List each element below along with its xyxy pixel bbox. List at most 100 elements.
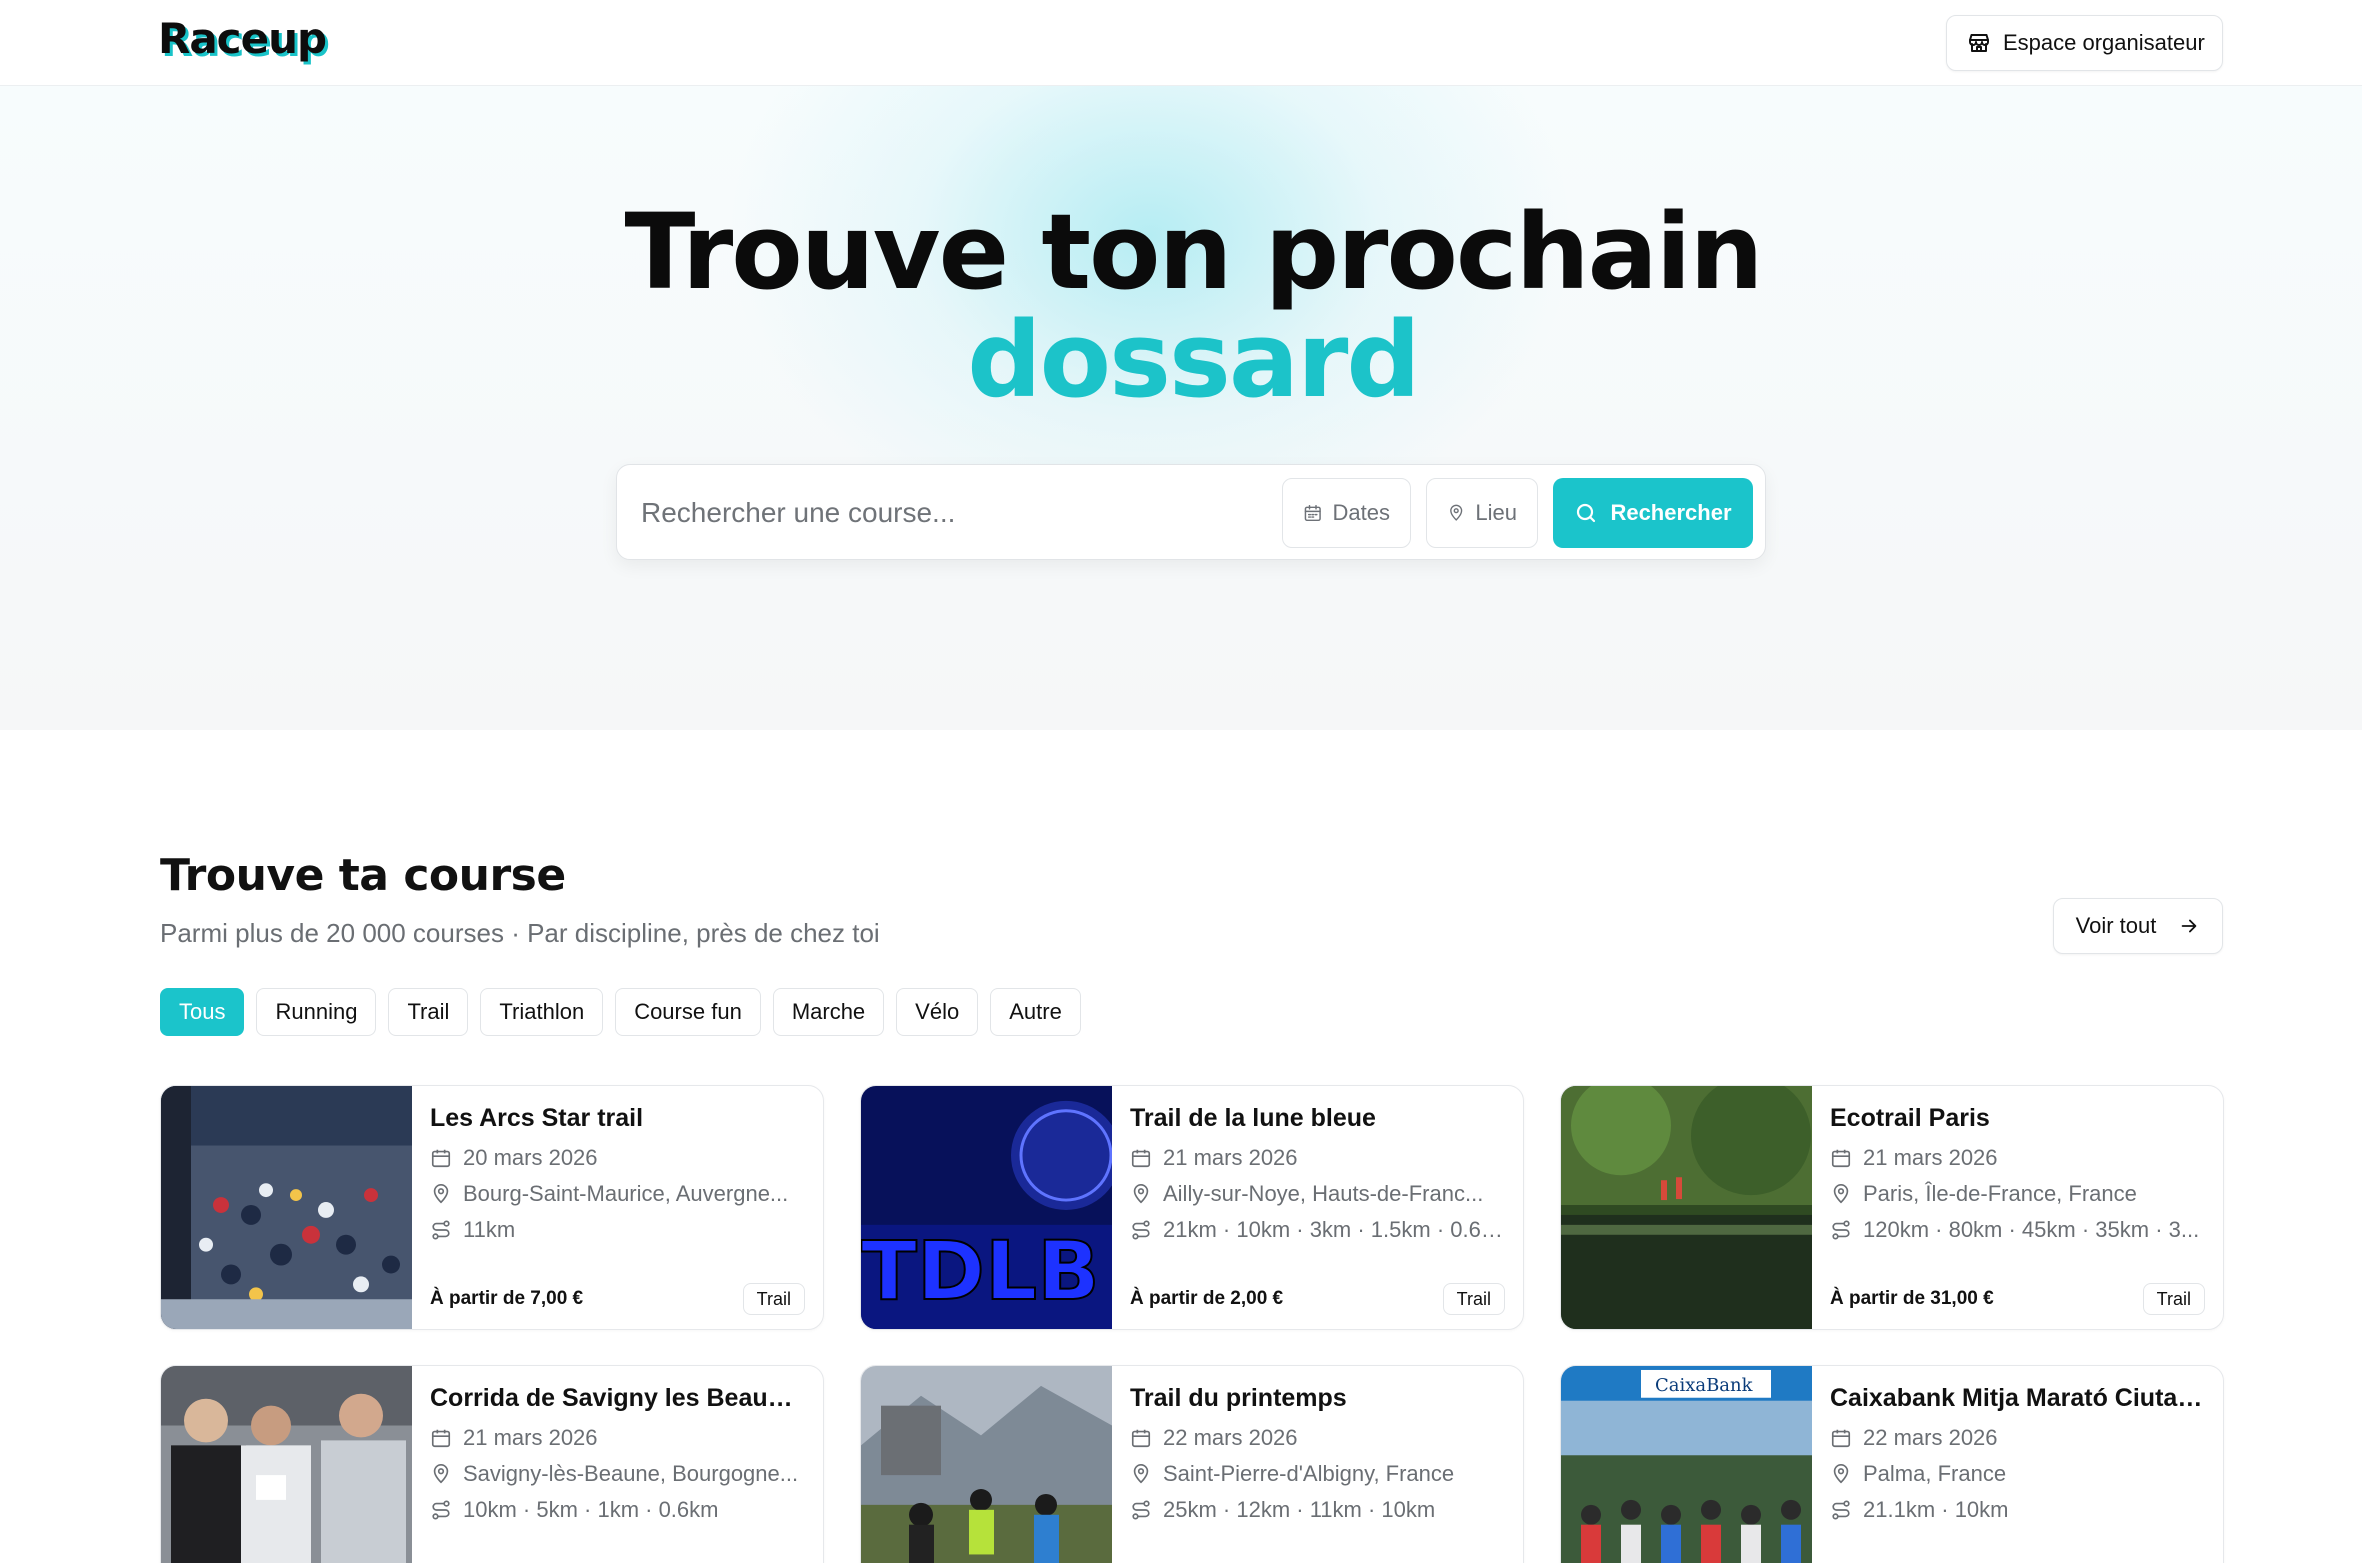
race-card[interactable]: CaixaBank Caixabank Mitja Marató Ciutat.…	[1560, 1365, 2224, 1563]
race-price: À partir de 2,00 €	[1130, 1288, 1284, 1309]
race-location-text: Paris, Île-de-France, France	[1863, 1181, 2137, 1206]
location-button[interactable]: Lieu	[1426, 478, 1538, 548]
see-all-label: Voir tout	[2075, 913, 2157, 938]
search-button[interactable]: Rechercher	[1553, 478, 1753, 548]
race-date: 21 mars 2026	[430, 1425, 805, 1451]
race-card[interactable]: Ecotrail Paris 21 mars 2026 Paris, Île-d…	[1560, 1085, 2224, 1330]
filter-velo[interactable]: Vélo	[896, 988, 979, 1036]
filter-running[interactable]: Running	[256, 988, 377, 1036]
race-card[interactable]: Les Arcs Star trail 20 mars 2026 Bourg-S…	[160, 1085, 824, 1330]
race-date-text: 21 mars 2026	[1163, 1145, 1298, 1170]
race-distances-text: 25km · 12km · 11km · 10km	[1163, 1497, 1436, 1522]
race-date-text: 20 mars 2026	[463, 1145, 598, 1170]
tdlb-sign-text: TDLB	[861, 1225, 1100, 1320]
race-card-body: Corrida de Savigny les Beaune... 21 mars…	[412, 1366, 823, 1563]
race-location: Ailly-sur-Noye, Hauts-de-Franc...	[1130, 1181, 1505, 1207]
filter-trail[interactable]: Trail	[388, 988, 469, 1036]
race-card-body: Trail du printemps 22 mars 2026 Saint-Pi…	[1112, 1366, 1523, 1563]
see-all-button[interactable]: Voir tout	[2053, 898, 2223, 954]
race-location-text: Bourg-Saint-Maurice, Auvergne...	[463, 1181, 789, 1206]
raceup-logo[interactable]: Raceup	[158, 14, 327, 63]
race-location: Saint-Pierre-d'Albigny, France	[1130, 1461, 1505, 1487]
hero-title-accent: dossard	[967, 299, 1421, 421]
race-location-text: Ailly-sur-Noye, Hauts-de-Franc...	[1163, 1181, 1484, 1206]
race-date: 22 mars 2026	[1830, 1425, 2205, 1451]
route-icon	[1832, 1220, 1850, 1240]
race-photo	[861, 1366, 1112, 1563]
calendar-icon	[1831, 1149, 1851, 1168]
hero-section: Trouve ton prochain dossard Dates Lieu R…	[0, 86, 2362, 730]
map-pin-icon	[1833, 1464, 1849, 1484]
route-icon	[432, 1220, 450, 1240]
race-photo	[161, 1086, 412, 1329]
discipline-filters: Tous Running Trail Triathlon Course fun …	[160, 988, 1081, 1036]
organizer-space-label: Espace organisateur	[2003, 30, 2205, 55]
race-search-input[interactable]	[641, 485, 1221, 541]
race-card[interactable]: TDLB Trail de la lune bleue 21 mars 2026…	[860, 1085, 1524, 1330]
race-title: Caixabank Mitja Marató Ciutat...	[1830, 1384, 2205, 1412]
calendar-icon	[1831, 1429, 1851, 1448]
race-photo: TDLB	[861, 1086, 1112, 1329]
race-distances-text: 10km · 5km · 1km · 0.6km	[463, 1497, 719, 1522]
map-pin-icon	[1833, 1184, 1849, 1204]
dates-button[interactable]: Dates	[1282, 478, 1411, 548]
race-date-text: 22 mars 2026	[1863, 1425, 1998, 1450]
race-photo	[1561, 1086, 1812, 1329]
dates-label: Dates	[1332, 500, 1390, 525]
race-card[interactable]: Trail du printemps 22 mars 2026 Saint-Pi…	[860, 1365, 1524, 1563]
filter-triathlon[interactable]: Triathlon	[480, 988, 604, 1036]
hero-title: Trouve ton prochain	[624, 191, 1764, 313]
filter-tous[interactable]: Tous	[160, 988, 245, 1036]
map-pin-icon	[1133, 1464, 1149, 1484]
race-tag: Trail	[1442, 1283, 1505, 1315]
race-location-text: Saint-Pierre-d'Albigny, France	[1163, 1461, 1455, 1486]
race-title: Trail de la lune bleue	[1130, 1104, 1376, 1132]
race-tag: Trail	[742, 1283, 805, 1315]
race-price: À partir de 7,00 €	[430, 1288, 584, 1309]
race-location: Bourg-Saint-Maurice, Auvergne...	[430, 1181, 805, 1207]
filter-course-fun[interactable]: Course fun	[615, 988, 761, 1036]
store-icon	[1969, 34, 1989, 52]
map-pin-icon	[433, 1464, 449, 1484]
race-date-text: 21 mars 2026	[463, 1425, 598, 1450]
race-card-footer: À partir de 7,00 € Trail	[430, 1283, 805, 1315]
race-date: 21 mars 2026	[1830, 1145, 2205, 1171]
calendar-icon	[1131, 1429, 1151, 1448]
race-location-text: Palma, France	[1863, 1461, 2007, 1486]
map-pin-icon	[1133, 1184, 1149, 1204]
race-distances-text: 11km	[463, 1217, 516, 1242]
arrow-right-icon	[2182, 919, 2197, 933]
calendar-icon	[1304, 504, 1321, 522]
organizer-space-button[interactable]: Espace organisateur	[1946, 15, 2223, 71]
race-card-body: Caixabank Mitja Marató Ciutat... 22 mars…	[1812, 1366, 2223, 1563]
race-price: À partir de 31,00 €	[1830, 1288, 1994, 1309]
route-icon	[432, 1500, 450, 1520]
map-pin-icon	[433, 1184, 449, 1204]
location-label: Lieu	[1475, 500, 1517, 525]
race-photo	[161, 1366, 412, 1563]
race-card-body: Ecotrail Paris 21 mars 2026 Paris, Île-d…	[1812, 1086, 2223, 1329]
filter-marche[interactable]: Marche	[772, 988, 885, 1036]
race-distances: 11km	[430, 1217, 805, 1243]
race-title: Trail du printemps	[1130, 1384, 1347, 1412]
race-date: 20 mars 2026	[430, 1145, 805, 1171]
route-icon	[1132, 1220, 1150, 1240]
race-card-body: Les Arcs Star trail 20 mars 2026 Bourg-S…	[412, 1086, 823, 1329]
race-distances: 10km · 5km · 1km · 0.6km	[430, 1497, 805, 1523]
race-tag: Trail	[2142, 1283, 2205, 1315]
race-location: Savigny-lès-Beaune, Bourgogne...	[430, 1461, 805, 1487]
search-icon	[1577, 503, 1596, 523]
race-title: Les Arcs Star trail	[430, 1104, 644, 1132]
race-card-body: Trail de la lune bleue 21 mars 2026 Aill…	[1112, 1086, 1523, 1329]
race-distances: 25km · 12km · 11km · 10km	[1130, 1497, 1505, 1523]
filter-autre[interactable]: Autre	[990, 988, 1081, 1036]
top-header: Raceup Espace organisateur	[0, 0, 2362, 86]
caixabank-banner-text: CaixaBank	[1655, 1375, 1753, 1396]
race-distances: 120km · 80km · 45km · 35km · 3...	[1830, 1217, 2205, 1243]
race-date: 21 mars 2026	[1130, 1145, 1505, 1171]
race-location: Paris, Île-de-France, France	[1830, 1181, 2205, 1207]
race-date-text: 21 mars 2026	[1863, 1145, 1998, 1170]
race-date-text: 22 mars 2026	[1163, 1425, 1298, 1450]
race-card[interactable]: Corrida de Savigny les Beaune... 21 mars…	[160, 1365, 824, 1563]
search-button-label: Rechercher	[1610, 500, 1732, 525]
